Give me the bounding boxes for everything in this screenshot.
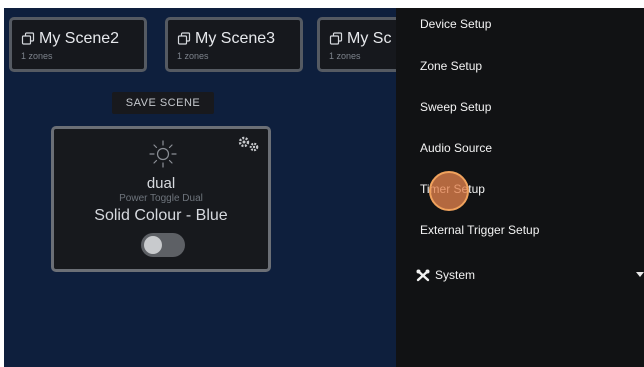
zone-effect: Solid Colour - Blue: [94, 207, 228, 224]
scenes-panel: My Scene2 1 zones My Scene3 1 zones My S…: [4, 8, 396, 367]
copy-icon: [177, 32, 191, 45]
scene-card[interactable]: My Scene3 1 zones: [165, 17, 303, 72]
menu-item-device-setup[interactable]: Device Setup: [420, 17, 491, 31]
copy-icon: [21, 32, 35, 45]
save-scene-button[interactable]: SAVE SCENE: [112, 92, 214, 114]
power-toggle[interactable]: [141, 233, 185, 257]
chevron-down-icon[interactable]: [636, 272, 644, 277]
scene-zone-count: 1 zones: [177, 51, 209, 61]
scene-card[interactable]: My Scene2 1 zones: [9, 17, 147, 72]
menu-item-zone-setup[interactable]: Zone Setup: [420, 59, 482, 73]
scene-name: My Scene3: [195, 30, 276, 47]
scene-zone-count: 1 zones: [21, 51, 53, 61]
system-label: System: [435, 268, 476, 282]
cursor-highlight: [429, 171, 469, 211]
app-window: My Scene2 1 zones My Scene3 1 zones My S…: [0, 0, 644, 367]
scene-name: My Scene2: [39, 30, 120, 47]
scene-title: My Scene2: [21, 30, 119, 48]
tools-icon: [416, 269, 430, 281]
menu-item-sweep-setup[interactable]: Sweep Setup: [420, 100, 491, 114]
menu-item-external-trigger-setup[interactable]: External Trigger Setup: [420, 223, 539, 237]
menu-item-system[interactable]: System: [416, 268, 475, 282]
scene-title: My Sc: [329, 30, 391, 48]
sun-icon: [149, 140, 177, 168]
menu-item-audio-source[interactable]: Audio Source: [420, 141, 492, 155]
scene-title: My Scene3: [177, 30, 275, 48]
zone-card[interactable]: dual Power Toggle Dual Solid Colour - Bl…: [51, 126, 271, 272]
zone-type: Power Toggle Dual: [119, 193, 203, 204]
toggle-knob: [144, 236, 162, 254]
scene-name: My Sc: [347, 30, 392, 47]
copy-icon: [329, 32, 343, 45]
scene-card[interactable]: My Sc 1 zones: [317, 17, 396, 72]
gears-icon[interactable]: [236, 135, 262, 153]
zone-name: dual: [146, 175, 176, 192]
scene-zone-count: 1 zones: [329, 51, 361, 61]
